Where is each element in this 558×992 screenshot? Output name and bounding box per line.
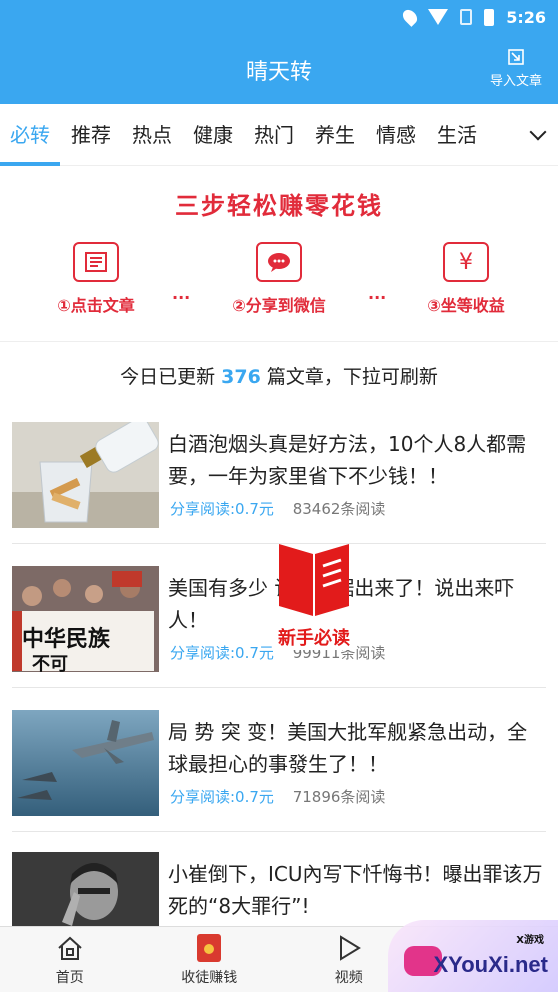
article-thumbnail — [12, 422, 159, 528]
tab-jiankang[interactable]: 健康 — [193, 104, 233, 166]
tab-yangsheng[interactable]: 养生 — [315, 104, 355, 166]
nav-home[interactable]: 首页 — [0, 927, 140, 992]
step-separator: ... — [368, 284, 387, 303]
nav-home-label: 首页 — [55, 970, 84, 986]
article-icon — [73, 242, 119, 282]
nav-recruit-earn[interactable]: 收徒赚钱 — [140, 927, 280, 992]
step-wait-earnings: ¥ ③坐等收益 — [386, 242, 546, 316]
step-separator: ... — [172, 284, 191, 303]
wechat-icon — [256, 242, 302, 282]
top-bar: 5:26 晴天转 导入文章 — [0, 0, 558, 104]
svg-text:不可: 不可 — [32, 654, 68, 672]
share-reward: 分享阅读:0.7元 — [170, 644, 274, 662]
banner-title: 三步轻松赚零花钱 — [175, 192, 383, 220]
step-click-article: ①点击文章 — [16, 242, 176, 316]
import-article-button[interactable]: 导入文章 — [486, 48, 546, 89]
article-thumbnail: 中华民族 不可 — [12, 566, 159, 672]
article-title: 局 势 突 变！美国大批军舰紧急出动，全球最担心的事發生了！！ — [168, 720, 528, 776]
article-item[interactable]: 局 势 突 变！美国大批军舰紧急出动，全球最担心的事發生了！！ 分享阅读:0.7… — [12, 710, 546, 832]
tab-redian[interactable]: 热点 — [132, 104, 172, 166]
new-user-guide[interactable]: 新手必读 — [266, 534, 362, 650]
battery-icon — [484, 8, 495, 26]
step-label: ①点击文章 — [57, 296, 135, 315]
sim-icon — [460, 9, 473, 25]
category-tabs: 必转 推荐 热点 健康 热门 养生 情感 生活 — [0, 104, 558, 166]
share-reward: 分享阅读:0.7元 — [170, 788, 274, 806]
step-label: ③坐等收益 — [427, 296, 505, 315]
home-icon — [58, 936, 82, 960]
page-title: 晴天转 — [245, 60, 312, 85]
location-icon — [400, 7, 421, 27]
watermark-text: XYouXi.net — [433, 952, 549, 977]
article-item[interactable]: 白酒泡烟头真是好方法，10个人8人都需要，一年为家里省下不少钱！！ 分享阅读:0… — [12, 422, 546, 544]
notice-suffix: 篇文章，下拉可刷新 — [260, 366, 438, 388]
tab-bizhuan[interactable]: 必转 — [0, 104, 60, 166]
article-meta: 分享阅读:0.7元 83462条阅读 — [170, 498, 385, 519]
notice-prefix: 今日已更新 — [120, 366, 222, 388]
read-count: 83462条阅读 — [292, 500, 386, 518]
book-icon — [279, 544, 349, 616]
share-reward: 分享阅读:0.7元 — [170, 500, 274, 518]
wifi-icon — [428, 9, 449, 25]
earn-banner[interactable]: 三步轻松赚零花钱 ①点击文章 ... ②分享到微信 ... ¥ ③坐等收益 — [0, 166, 558, 342]
step-share-wechat: ②分享到微信 — [199, 242, 359, 316]
status-time: 5:26 — [506, 7, 546, 27]
chevron-down-icon[interactable] — [529, 123, 547, 141]
play-icon — [339, 935, 361, 961]
import-article-label: 导入文章 — [489, 74, 542, 89]
tab-qinggan[interactable]: 情感 — [376, 104, 416, 166]
red-envelope-icon — [197, 934, 222, 962]
update-notice: 今日已更新 376 篇文章，下拉可刷新 — [0, 362, 558, 402]
nav-recruit-earn-label: 收徒赚钱 — [181, 970, 238, 986]
article-title: 白酒泡烟头真是好方法，10个人8人都需要，一年为家里省下不少钱！！ — [168, 432, 527, 488]
step-label: ②分享到微信 — [232, 296, 326, 315]
status-bar: 5:26 — [0, 0, 558, 34]
site-watermark: X游戏 XYouXi.net — [388, 920, 558, 992]
article-title: 小崔倒下，ICU內写下忏悔书！曝出罪该万死的“8大罪行”! — [168, 862, 543, 918]
tab-remen[interactable]: 热门 — [254, 104, 294, 166]
tab-tuijian[interactable]: 推荐 — [71, 104, 111, 166]
tab-shenghuo[interactable]: 生活 — [437, 104, 477, 166]
read-count: 71896条阅读 — [292, 788, 386, 806]
article-meta: 分享阅读:0.7元 71896条阅读 — [170, 786, 385, 807]
import-icon — [508, 49, 524, 65]
yen-icon: ¥ — [443, 242, 489, 282]
new-user-guide-label: 新手必读 — [276, 624, 352, 650]
svg-text:中华民族: 中华民族 — [22, 626, 111, 652]
article-thumbnail — [12, 710, 159, 816]
watermark-small-text: X游戏 — [516, 935, 544, 946]
article-count: 376 — [221, 366, 261, 388]
